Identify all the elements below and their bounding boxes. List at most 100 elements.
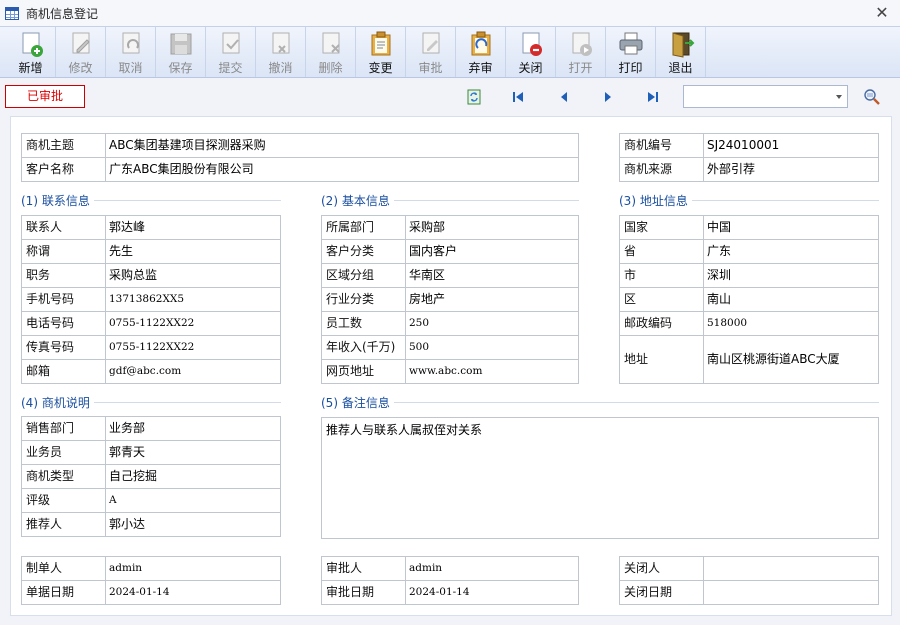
field-row: 电话号码 0755-1122XX22 (22, 312, 281, 336)
code-field[interactable]: SJ24010001 (704, 134, 879, 157)
field-label: 业务员 (22, 441, 106, 464)
exit-button[interactable]: 退出 (656, 27, 706, 77)
new-button-label: 新增 (18, 61, 43, 75)
field-label: 商机类型 (22, 465, 106, 488)
change-button-label: 变更 (368, 61, 393, 75)
field-value[interactable]: 房地产 (406, 288, 579, 311)
source-label: 商机来源 (620, 158, 704, 181)
printer-icon (619, 32, 642, 55)
chevron-down-icon[interactable] (829, 86, 847, 107)
title-bar: 商机信息登记 ✕ (0, 0, 900, 26)
field-value[interactable]: 先生 (106, 240, 281, 263)
search-zoom-icon[interactable] (862, 88, 882, 106)
submit-doc-icon (222, 32, 239, 54)
field-row: 网页地址 www.abc.com (322, 360, 579, 384)
next-record-icon[interactable] (600, 88, 616, 106)
refresh-icon[interactable] (466, 88, 482, 106)
approve-button-label: 审批 (418, 61, 443, 75)
field-row: 区南山 (620, 288, 879, 312)
field-label: 所属部门 (322, 216, 406, 239)
desc-section-header: (4) 商机说明 (21, 393, 281, 411)
field-value[interactable]: 250 (406, 312, 579, 335)
window-close-button[interactable]: ✕ (872, 3, 892, 23)
field-value[interactable]: gdf@abc.com (106, 360, 281, 383)
submit-button[interactable]: 提交 (206, 27, 256, 77)
field-label: 行业分类 (322, 288, 406, 311)
approve-date-field[interactable]: 2024-01-14 (406, 581, 579, 604)
desc-grid: 销售部门 业务部 业务员 郭青天 商机类型 自己挖掘 评级 A 推荐人 郭小达 (21, 416, 281, 537)
field-value[interactable]: A (106, 489, 281, 512)
first-record-icon[interactable] (510, 88, 526, 106)
window-title: 商机信息登记 (26, 6, 99, 21)
print-button[interactable]: 打印 (606, 27, 656, 77)
code-row: 商机编号 SJ24010001 (620, 134, 879, 158)
field-row: 职务 采购总监 (22, 264, 281, 288)
field-label: 区域分组 (322, 264, 406, 287)
field-value[interactable]: 采购部 (406, 216, 579, 239)
cancel-button-label: 取消 (118, 61, 143, 75)
field-value[interactable]: 南山 (704, 288, 879, 311)
field-label: 联系人 (22, 216, 106, 239)
source-row: 商机来源 外部引荐 (620, 158, 879, 182)
save-button[interactable]: 保存 (156, 27, 206, 77)
approve-button[interactable]: 审批 (406, 27, 456, 77)
field-row: 区域分组 华南区 (322, 264, 579, 288)
cancel-button[interactable]: 取消 (106, 27, 156, 77)
address-field[interactable]: 南山区桃源街道ABC大厦 (704, 336, 879, 383)
subject-field[interactable]: ABC集团基建项目探测器采购 (106, 134, 579, 157)
field-value[interactable]: 郭青天 (106, 441, 281, 464)
field-label: 网页地址 (322, 360, 406, 383)
new-button[interactable]: 新增 (6, 27, 56, 77)
field-row: 销售部门 业务部 (22, 417, 281, 441)
closer-field[interactable] (704, 557, 879, 580)
abandon-button[interactable]: 弃审 (456, 27, 506, 77)
field-label: 年收入(千万) (322, 336, 406, 359)
close-button[interactable]: 关闭 (506, 27, 556, 77)
maker-field[interactable]: admin (106, 557, 281, 580)
approver-field[interactable]: admin (406, 557, 579, 580)
subject-grid: 商机主题 ABC集团基建项目探测器采购 客户名称 广东ABC集团股份有限公司 (21, 133, 579, 182)
field-label: 销售部门 (22, 417, 106, 440)
field-value[interactable]: 深圳 (704, 264, 879, 287)
close-date-field[interactable] (704, 581, 879, 604)
delete-button[interactable]: 删除 (306, 27, 356, 77)
field-row: 手机号码 13713862XX5 (22, 288, 281, 312)
edit-button[interactable]: 修改 (56, 27, 106, 77)
edit-button-label: 修改 (68, 61, 93, 75)
field-value[interactable]: 0755-1122XX22 (106, 312, 281, 335)
field-value[interactable]: 500 (406, 336, 579, 359)
field-value[interactable]: 采购总监 (106, 264, 281, 287)
field-value[interactable]: 中国 (704, 216, 879, 239)
source-field[interactable]: 外部引荐 (704, 158, 879, 181)
field-value[interactable]: 自己挖掘 (106, 465, 281, 488)
open-button[interactable]: 打开 (556, 27, 606, 77)
search-combo[interactable] (683, 85, 848, 108)
field-value[interactable]: 业务部 (106, 417, 281, 440)
customer-field[interactable]: 广东ABC集团股份有限公司 (106, 158, 579, 181)
field-value[interactable]: 518000 (704, 312, 879, 335)
field-row: 所属部门 采购部 (322, 216, 579, 240)
field-value[interactable]: 郭小达 (106, 513, 281, 536)
open-button-label: 打开 (568, 61, 593, 75)
field-row: 称谓 先生 (22, 240, 281, 264)
change-button[interactable]: 变更 (356, 27, 406, 77)
remark-textarea[interactable]: 推荐人与联系人属叔侄对关系 (321, 417, 879, 539)
approve-date-row: 审批日期 2024-01-14 (322, 581, 579, 605)
field-value[interactable]: 国内客户 (406, 240, 579, 263)
field-value[interactable]: 0755-1122XX22 (106, 336, 281, 359)
submit-button-label: 提交 (218, 61, 243, 75)
doc-date-field[interactable]: 2024-01-14 (106, 581, 281, 604)
field-value[interactable]: 郭达峰 (106, 216, 281, 239)
last-record-icon[interactable] (645, 88, 661, 106)
revoke-doc-icon (272, 32, 289, 54)
field-label: 客户分类 (322, 240, 406, 263)
field-value[interactable]: 广东 (704, 240, 879, 263)
basic-section-title: (2) 基本信息 (321, 191, 394, 209)
field-value[interactable]: 华南区 (406, 264, 579, 287)
field-value[interactable]: www.abc.com (406, 360, 579, 383)
exit-door-icon (672, 32, 694, 58)
prev-record-icon[interactable] (556, 88, 572, 106)
field-row: 行业分类 房地产 (322, 288, 579, 312)
revoke-button[interactable]: 撤消 (256, 27, 306, 77)
field-value[interactable]: 13713862XX5 (106, 288, 281, 311)
